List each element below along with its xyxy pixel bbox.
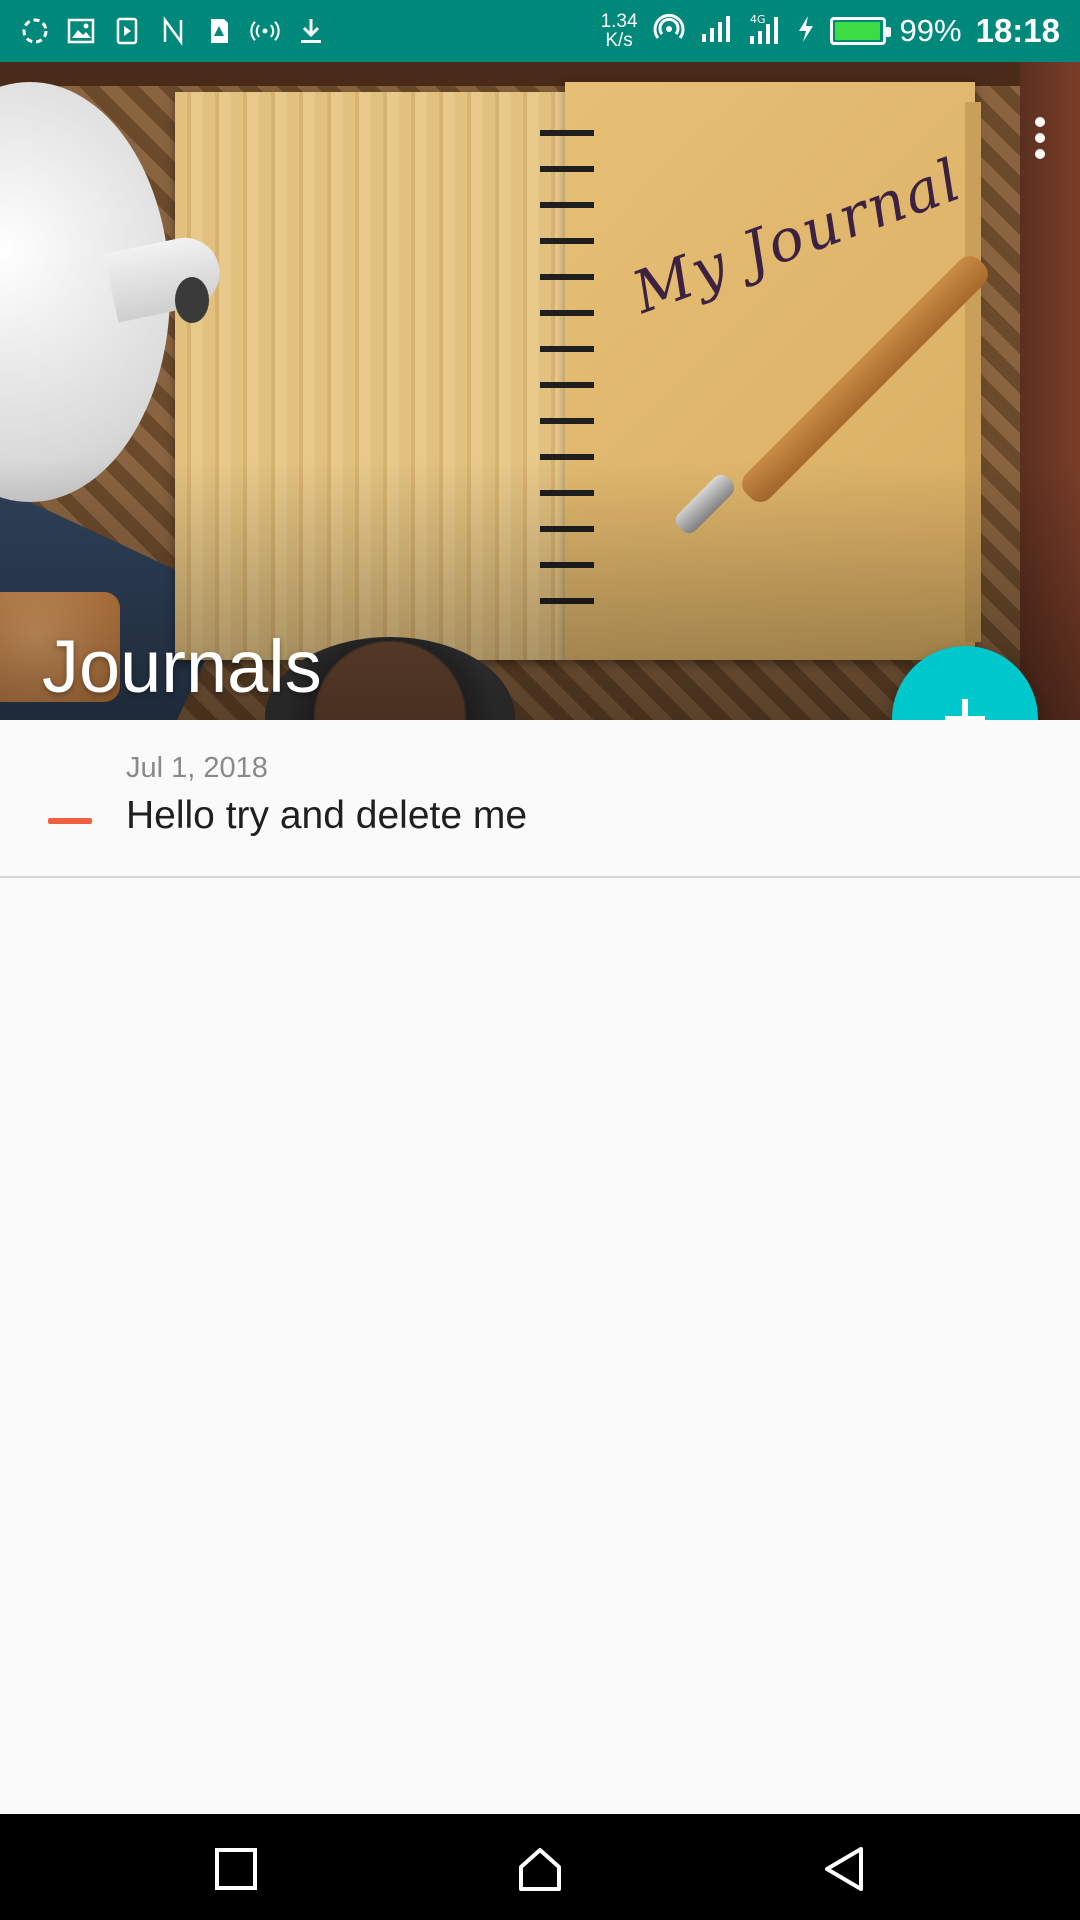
sync-icon xyxy=(20,16,50,46)
back-triangle-icon[interactable] xyxy=(805,1834,885,1904)
hotspot-icon xyxy=(250,16,280,46)
battery-fill xyxy=(834,22,881,40)
download-icon xyxy=(296,16,326,46)
clock: 18:18 xyxy=(975,12,1060,49)
recents-square-icon[interactable] xyxy=(196,1834,276,1904)
journal-title: Hello try and delete me xyxy=(126,794,528,837)
battery-percent: 99% xyxy=(899,13,962,48)
media-icon xyxy=(112,16,142,46)
nav-bar xyxy=(0,1814,1080,1920)
header-image: My Journal Journals xyxy=(0,62,1080,720)
signal-4g-icon: 4G xyxy=(748,12,782,51)
status-bar-right: 1.34 K/s 4G 99% 18:18 xyxy=(601,8,1060,54)
net-speed-unit: K/s xyxy=(605,30,633,51)
net-speed: 1.34 K/s xyxy=(601,12,638,50)
journal-date: Jul 1, 2018 xyxy=(126,752,268,784)
page-title: Journals xyxy=(42,625,322,708)
wifi-icon xyxy=(652,12,686,51)
battery-icon xyxy=(829,17,891,45)
signal-icon xyxy=(700,14,734,49)
svg-text:4G: 4G xyxy=(750,13,766,26)
more-vert-icon[interactable] xyxy=(1010,100,1070,176)
nfc-icon xyxy=(158,16,188,46)
net-speed-value: 1.34 xyxy=(600,11,638,32)
sim-alert-icon xyxy=(204,16,234,46)
image-icon xyxy=(66,16,96,46)
journal-list: Jul 1, 2018 Hello try and delete me xyxy=(0,720,1080,878)
charging-icon xyxy=(796,14,816,49)
list-item[interactable]: Jul 1, 2018 Hello try and delete me xyxy=(0,720,1080,878)
status-bar-left-icons xyxy=(20,12,326,50)
status-bar: 1.34 K/s 4G 99% 18:18 xyxy=(0,0,1080,62)
home-icon[interactable] xyxy=(500,1834,580,1904)
minus-icon[interactable] xyxy=(48,818,92,824)
